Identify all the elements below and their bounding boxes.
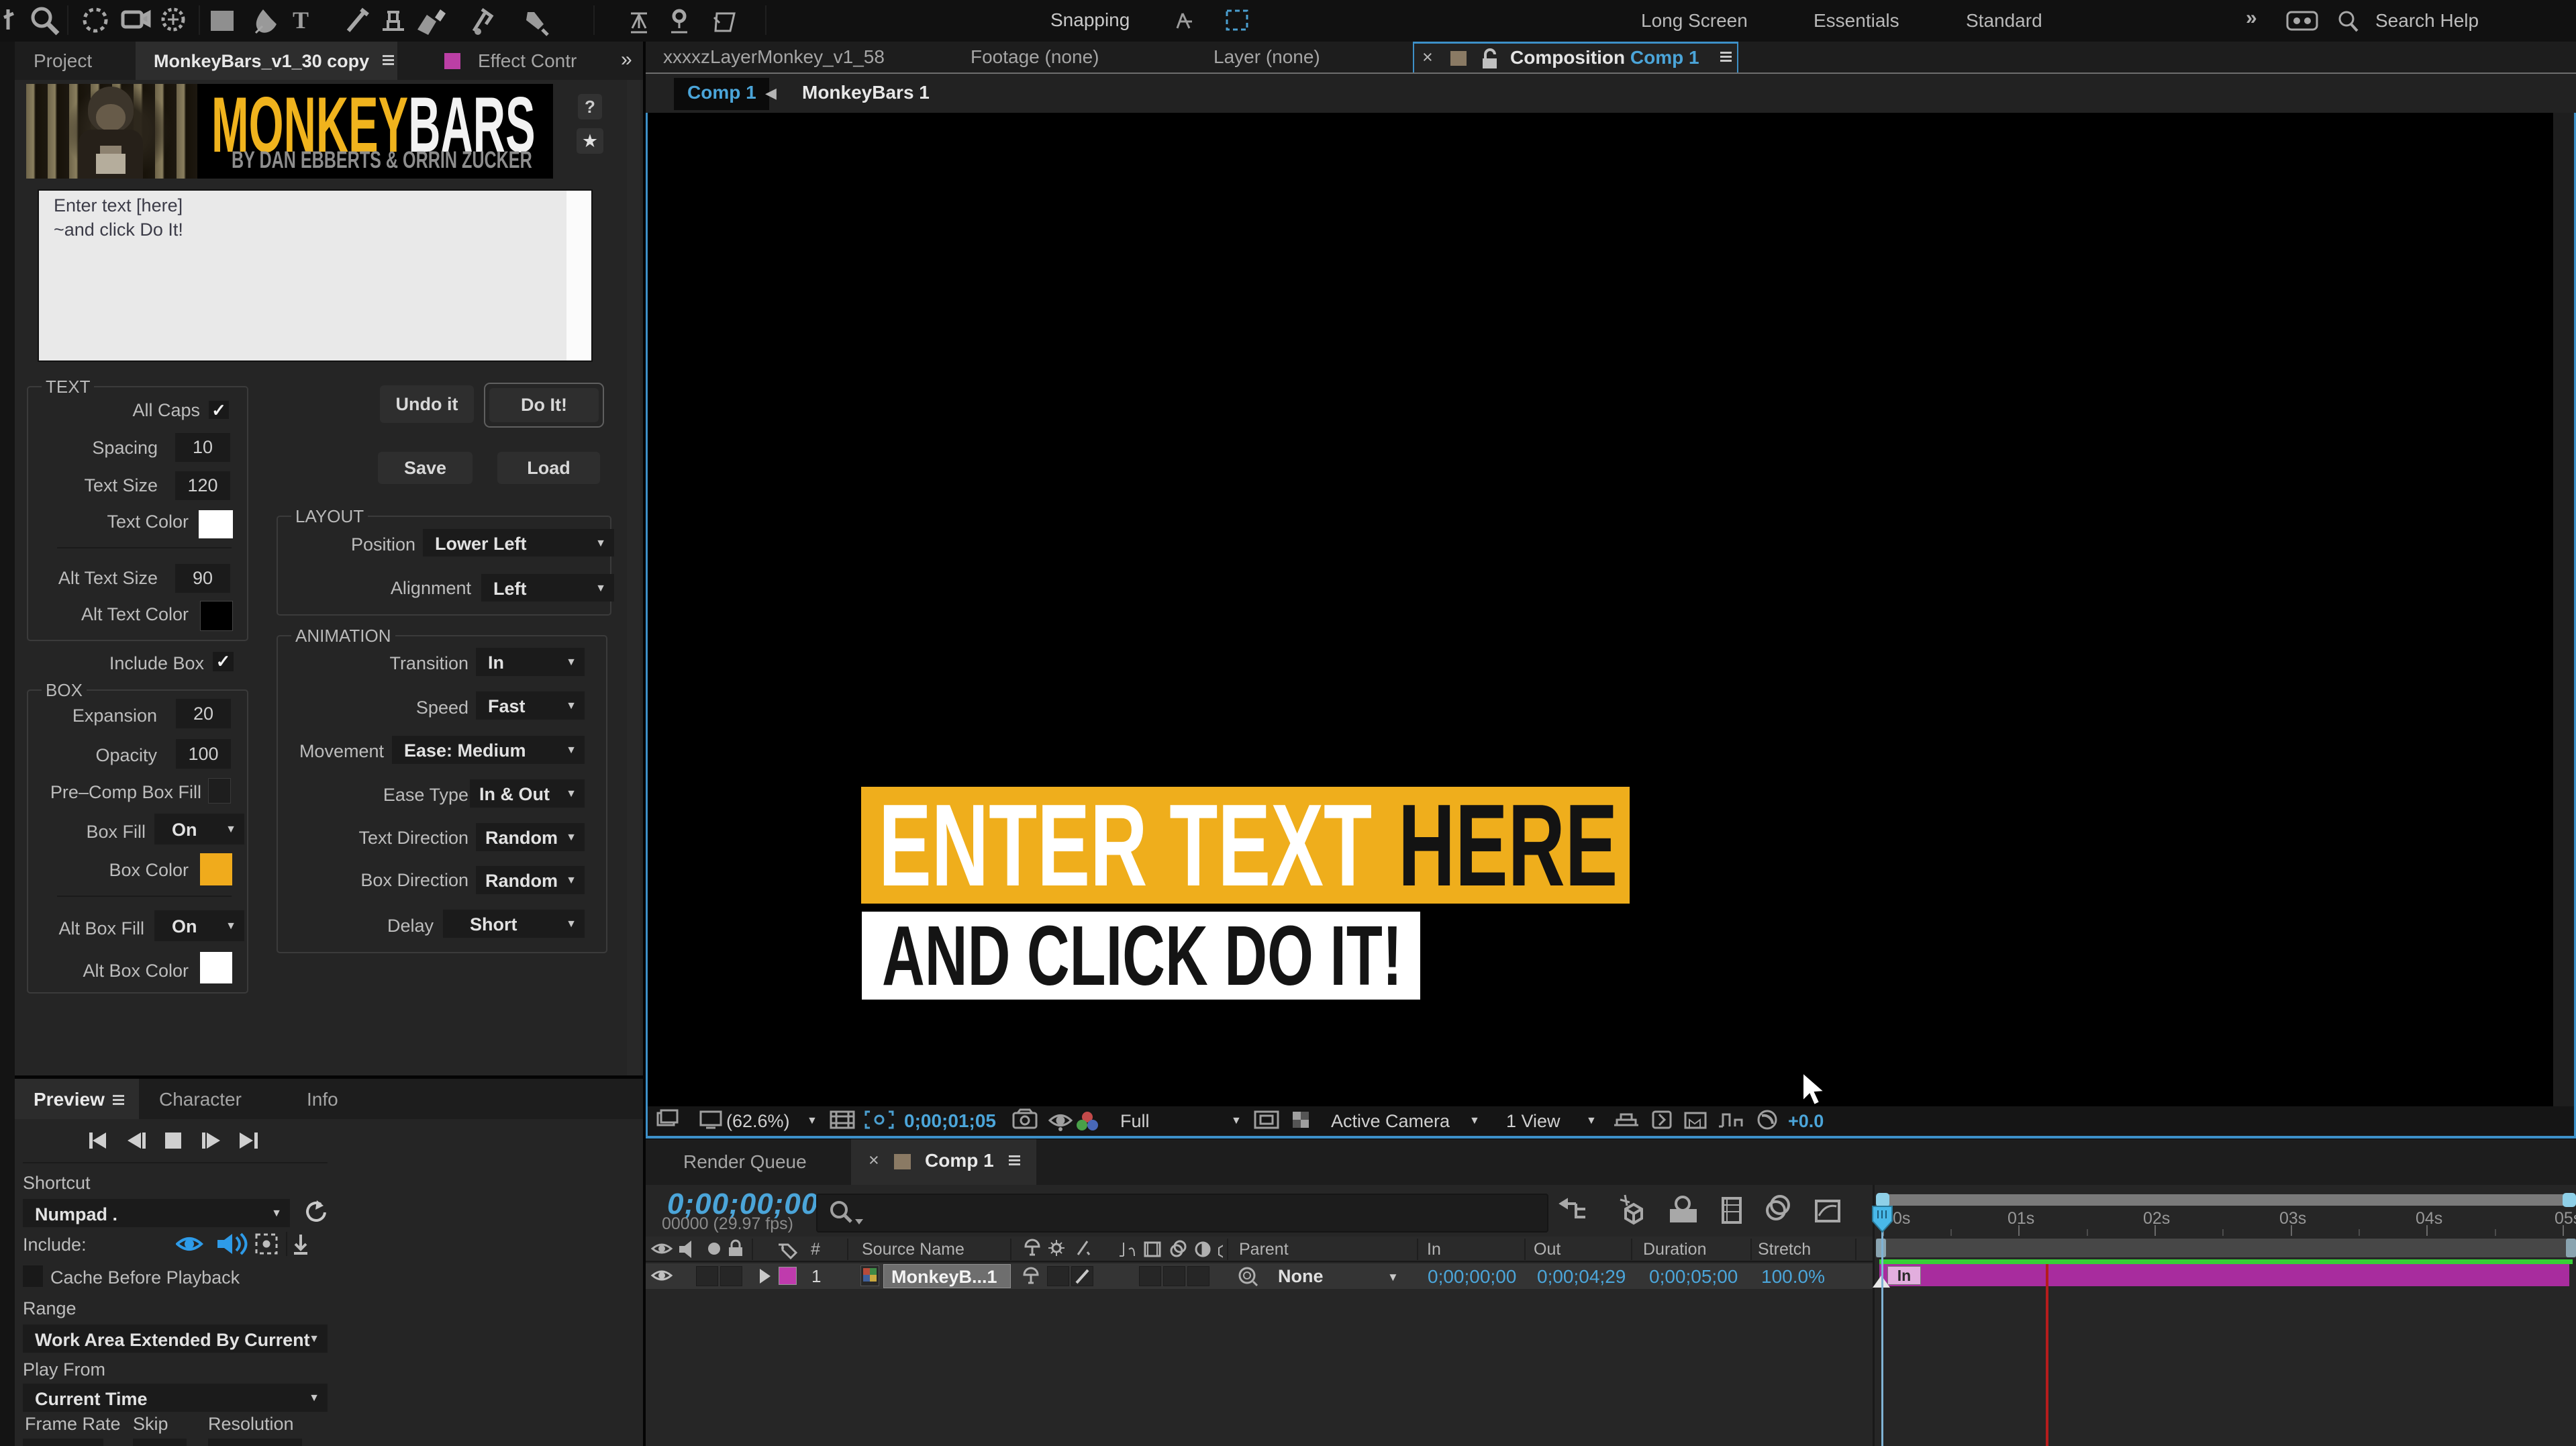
svg-text:T: T	[293, 7, 309, 34]
